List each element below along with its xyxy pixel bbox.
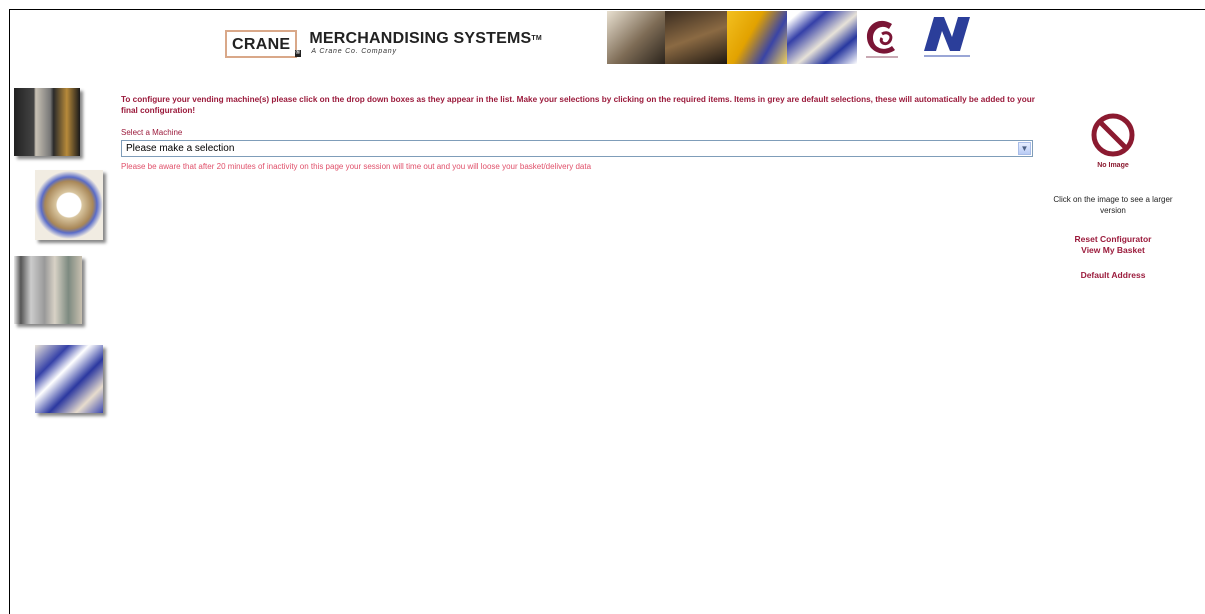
action-links: Reset Configurator View My Basket Defaul… (1040, 234, 1186, 281)
session-timeout-warning: Please be aware that after 20 minutes of… (121, 162, 592, 171)
crane-logo[interactable]: CRANE ® MERCHANDISING SYSTEMSTM A Crane … (225, 30, 542, 58)
chevron-down-icon[interactable]: ▼ (1018, 142, 1031, 155)
header-banner-image (607, 11, 857, 64)
thumbnail-snack-machine[interactable] (14, 88, 80, 156)
registered-mark: ® (294, 50, 302, 57)
banner-photo-coffee-pour (665, 11, 727, 64)
n-brand-logo-icon (924, 17, 970, 57)
banner-photo-brand-cup (727, 11, 787, 64)
no-image-icon[interactable] (1088, 110, 1138, 160)
machine-select-value: Please make a selection (126, 143, 235, 154)
thumbnail-keypad-machine[interactable] (14, 256, 82, 324)
thumbnail-food-carousel[interactable] (35, 170, 103, 240)
reset-configurator-link[interactable]: Reset Configurator (1040, 234, 1186, 245)
select-machine-label: Select a Machine (121, 128, 183, 137)
brand-wordmark: MERCHANDISING SYSTEMSTM A Crane Co. Comp… (309, 30, 542, 56)
trademark: TM (531, 35, 542, 42)
banner-photo-coffee-cup (607, 11, 665, 64)
enlarge-image-note: Click on the image to see a larger versi… (1053, 195, 1173, 215)
brand-title: MERCHANDISING SYSTEMS (309, 30, 532, 47)
brand-tagline: A Crane Co. Company (311, 48, 397, 55)
view-basket-link[interactable]: View My Basket (1040, 245, 1186, 256)
no-image-label: No Image (1097, 162, 1129, 169)
crane-logo-text: CRANE (232, 36, 291, 53)
crane-logo-box: CRANE ® (225, 30, 302, 58)
configurator-instructions: To configure your vending machine(s) ple… (121, 95, 1035, 115)
thumbnail-coffee-cups[interactable] (35, 345, 103, 413)
swirl-brand-logo-icon (866, 20, 898, 58)
default-address-link[interactable]: Default Address (1040, 270, 1186, 281)
preview-panel: No Image (1040, 110, 1186, 169)
banner-photo-blue-cups (787, 11, 857, 64)
machine-select[interactable]: Please make a selection ▼ (121, 140, 1033, 157)
